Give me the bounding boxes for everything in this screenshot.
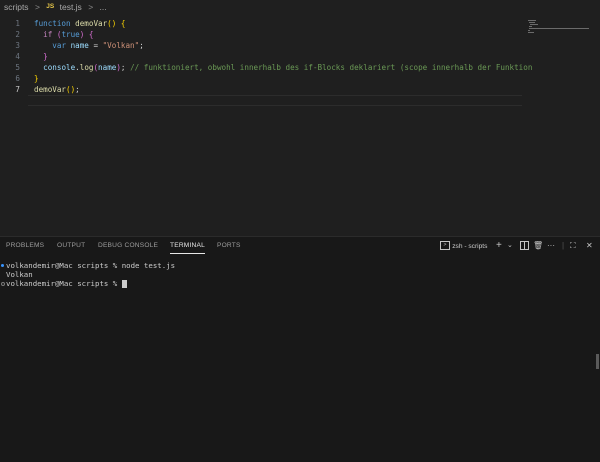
- line-number: 3: [15, 41, 20, 50]
- close-icon[interactable]: ✕: [586, 239, 593, 253]
- code-token: ;: [139, 41, 144, 50]
- line-number: 7: [15, 85, 20, 94]
- maximize-icon[interactable]: ⛶: [570, 239, 576, 253]
- code-token: {: [88, 30, 94, 39]
- code-token: log: [79, 63, 94, 72]
- chevron-down-icon[interactable]: ⌄: [507, 239, 513, 253]
- code-text: demoVar();: [34, 84, 80, 95]
- panel-tabs: PROBLEMS OUTPUT DEBUG CONSOLE TERMINAL P…: [0, 237, 600, 255]
- minimap-line: [529, 28, 589, 29]
- code-token: (): [66, 85, 76, 94]
- command-pending-marker: [1, 282, 5, 286]
- code-text: console.log(name); // funktioniert, obwo…: [34, 62, 532, 73]
- code-token: {: [120, 19, 126, 28]
- minimap-line: [528, 20, 536, 21]
- minimap-line: [530, 24, 538, 25]
- code-token: // funktioniert, obwohl innerhalb des if…: [130, 63, 533, 72]
- line-number: 4: [15, 52, 20, 61]
- split-icon[interactable]: [520, 239, 529, 253]
- code-token: console: [43, 63, 76, 72]
- code-text: function demoVar() {: [34, 18, 125, 29]
- minimap[interactable]: [528, 18, 589, 48]
- tab-ports[interactable]: PORTS: [217, 237, 241, 255]
- current-line-highlight: [28, 95, 522, 106]
- javascript-file-icon: JS: [46, 3, 55, 10]
- breadcrumb-file[interactable]: test.js: [60, 0, 82, 14]
- line-number: 6: [15, 74, 20, 83]
- tab-debug-console[interactable]: DEBUG CONSOLE: [98, 237, 158, 255]
- code-token: (): [107, 19, 121, 28]
- code-token: ): [79, 30, 89, 39]
- code-token: "Volkan": [102, 41, 140, 50]
- code-text: }: [34, 51, 48, 62]
- terminal-prompt-line[interactable]: volkandemir@Mac scripts %: [6, 279, 127, 289]
- ellipsis-icon[interactable]: ···: [547, 239, 555, 253]
- terminal-selector[interactable]: > zsh - scripts: [440, 239, 487, 253]
- tab-output[interactable]: OUTPUT: [57, 237, 85, 255]
- code-text: }: [34, 73, 39, 84]
- tab-problems[interactable]: PROBLEMS: [6, 237, 44, 255]
- code-token: name: [70, 41, 89, 50]
- minimap-line: [528, 30, 530, 31]
- breadcrumb-separator: >: [34, 2, 40, 12]
- bottom-panel: PROBLEMS OUTPUT DEBUG CONSOLE TERMINAL P…: [0, 236, 600, 462]
- code-text: if (true) {: [34, 29, 93, 40]
- line-number: 5: [15, 63, 20, 72]
- terminal-name: zsh - scripts: [452, 243, 488, 250]
- terminal-scrollbar[interactable]: [596, 354, 599, 369]
- plus-icon[interactable]: +: [496, 239, 502, 253]
- minimap-line: [529, 22, 535, 23]
- tab-terminal[interactable]: TERMINAL: [170, 237, 205, 255]
- code-token: }: [34, 74, 39, 83]
- terminal-icon: >: [440, 241, 450, 251]
- code-token: demoVar: [34, 85, 67, 94]
- command-success-marker[interactable]: [1, 264, 4, 267]
- terminal-prompt: volkandemir@Mac scripts %: [6, 279, 122, 288]
- breadcrumb: scripts > JS test.js > ...: [0, 0, 600, 14]
- code-token: demoVar: [75, 19, 108, 28]
- code-editor[interactable]: 1 function demoVar() {2 if (true) {3 var …: [0, 14, 600, 236]
- terminal-cursor: [121, 280, 127, 288]
- line-number: 2: [15, 30, 20, 39]
- minimap-line: [528, 32, 534, 33]
- code-token: ;: [75, 85, 80, 94]
- code-token: =: [88, 41, 103, 50]
- code-token: function: [34, 19, 76, 28]
- breadcrumb-more[interactable]: ...: [100, 0, 107, 14]
- toolbar-divider: |: [562, 241, 565, 250]
- code-token: }: [43, 52, 48, 61]
- code-token: true: [61, 30, 80, 39]
- code-token: if: [43, 30, 57, 39]
- minimap-line: [529, 26, 532, 27]
- breadcrumb-separator: >: [88, 2, 94, 12]
- breadcrumb-folder[interactable]: scripts: [4, 0, 29, 14]
- trash-icon[interactable]: 🗑: [533, 239, 543, 253]
- line-number: 1: [15, 19, 20, 28]
- code-token: name: [98, 63, 117, 72]
- code-text: var name = "Volkan";: [34, 40, 144, 51]
- code-token: ;: [120, 63, 131, 72]
- code-token: var: [52, 41, 71, 50]
